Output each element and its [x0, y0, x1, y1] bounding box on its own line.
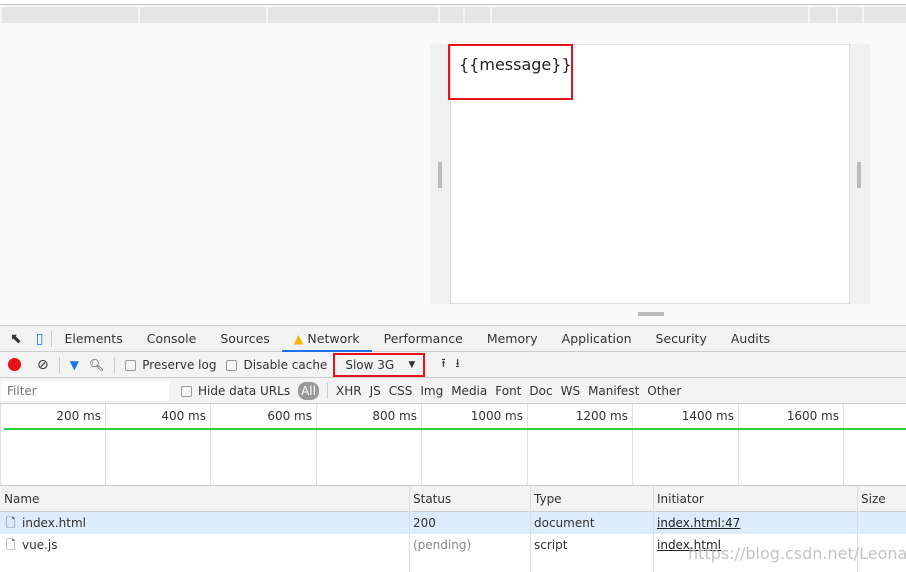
row-name: vue.js: [22, 538, 58, 552]
filter-type-css[interactable]: CSS: [389, 384, 413, 398]
table-row[interactable]: 🗋 index.html 200 document index.html:47: [0, 512, 906, 534]
tab-sources[interactable]: Sources: [208, 326, 281, 352]
watermark: https://blog.csdn.net/Leonardy: [688, 544, 906, 563]
left-resize-handle[interactable]: [438, 162, 442, 188]
filter-type-media[interactable]: Media: [451, 384, 487, 398]
clear-icon[interactable]: ⊘: [37, 357, 49, 373]
column-status[interactable]: Status: [409, 486, 451, 512]
tab-console[interactable]: Console: [135, 326, 209, 352]
file-icon: 🗋: [6, 516, 16, 530]
filter-type-img[interactable]: Img: [420, 384, 443, 398]
preserve-log-label: Preserve log: [142, 357, 217, 372]
device-toggle-icon[interactable]: ▯: [28, 331, 52, 347]
hide-data-urls-label: Hide data URLs: [198, 383, 291, 398]
filter-type-doc[interactable]: Doc: [529, 384, 552, 398]
row-status: (pending): [413, 538, 472, 552]
timeline-tick: 1200 ms: [527, 404, 632, 485]
timeline-tick: 600 ms: [210, 404, 316, 485]
bottom-resize-handle[interactable]: [638, 312, 664, 316]
timeline-tick: 400 ms: [105, 404, 210, 485]
tab-elements[interactable]: Elements: [52, 326, 134, 352]
filter-icon[interactable]: ▼: [70, 358, 79, 372]
filter-type-xhr[interactable]: XHR: [336, 384, 362, 398]
search-icon[interactable]: 🔍︎: [89, 358, 104, 372]
throttling-select[interactable]: Slow 3G ▼: [333, 352, 426, 377]
import-har-icon[interactable]: ⭱: [441, 354, 445, 375]
timeline-bar: [4, 428, 906, 430]
filter-type-other[interactable]: Other: [647, 384, 681, 398]
inspect-icon[interactable]: ⬉: [0, 331, 28, 347]
row-initiator-link[interactable]: index.html:47: [653, 512, 740, 534]
tab-audits[interactable]: Audits: [719, 326, 782, 352]
hide-data-urls-checkbox[interactable]: Hide data URLs: [181, 384, 290, 398]
filter-type-font[interactable]: Font: [495, 384, 521, 398]
right-resize-handle[interactable]: [857, 162, 861, 188]
tab-memory[interactable]: Memory: [475, 326, 550, 352]
row-type: script: [534, 538, 568, 552]
throttling-value: Slow 3G: [345, 357, 395, 372]
tab-application[interactable]: Application: [550, 326, 644, 352]
filter-type-js[interactable]: JS: [370, 384, 381, 398]
network-overview[interactable]: 200 ms 400 ms 600 ms 800 ms 1000 ms 1200…: [0, 404, 906, 486]
row-name: index.html: [22, 516, 86, 530]
column-type[interactable]: Type: [530, 486, 562, 512]
column-initiator[interactable]: Initiator: [653, 486, 704, 512]
timeline-tick: 800 ms: [316, 404, 421, 485]
timeline-tick: 200 ms: [0, 404, 105, 485]
filter-type-ws[interactable]: WS: [561, 384, 580, 398]
column-size[interactable]: Size: [857, 486, 886, 512]
warning-icon: ▲: [293, 330, 304, 346]
network-toolbar: ⊘ ▼ 🔍︎ Preserve log Disable cache Slow 3…: [0, 352, 906, 378]
file-icon: 🗋: [6, 538, 16, 552]
filter-row: Hide data URLs All XHR JS CSS Img Media …: [0, 378, 906, 404]
export-har-icon[interactable]: ⭳: [456, 354, 460, 375]
disable-cache-label: Disable cache: [243, 357, 328, 372]
tab-network[interactable]: ▲ Network: [281, 326, 372, 352]
tab-security[interactable]: Security: [644, 326, 719, 352]
tab-performance[interactable]: Performance: [372, 326, 475, 352]
timeline-tick: 1600 ms: [738, 404, 843, 485]
table-header: Name Status Type Initiator Size: [0, 486, 906, 512]
record-icon[interactable]: [8, 358, 21, 371]
preserve-log-checkbox[interactable]: Preserve log: [125, 358, 216, 372]
filter-type-manifest[interactable]: Manifest: [588, 384, 639, 398]
filter-type-all[interactable]: All: [298, 381, 319, 400]
column-name[interactable]: Name: [0, 486, 39, 512]
timeline-tick: 1400 ms: [632, 404, 738, 485]
timeline-tick: 1000 ms: [421, 404, 527, 485]
highlight-box: [448, 44, 573, 100]
row-status: 200: [413, 516, 436, 530]
device-toolbar-ruler: [0, 4, 906, 23]
row-type: document: [534, 516, 595, 530]
chevron-down-icon: ▼: [408, 359, 416, 370]
tab-label: Network: [307, 330, 360, 346]
disable-cache-checkbox[interactable]: Disable cache: [226, 358, 327, 372]
devtools-tabbar: ⬉ ▯ Elements Console Sources ▲ Network P…: [0, 325, 906, 352]
filter-input[interactable]: [1, 380, 169, 401]
